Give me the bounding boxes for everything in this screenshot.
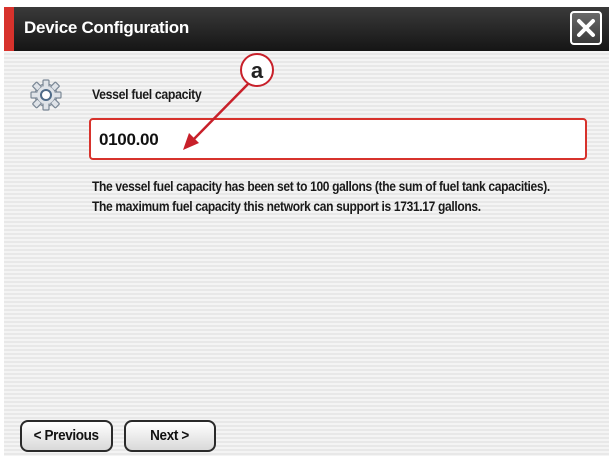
device-configuration-dialog: Device Configuration Vessel fuel capacit… <box>0 0 613 461</box>
previous-button-label: < Previous <box>33 427 100 444</box>
callout-arrow <box>183 83 249 150</box>
callout-letter: a <box>250 58 264 83</box>
previous-button[interactable]: < Previous <box>20 420 113 452</box>
next-button[interactable]: Next > <box>124 420 216 452</box>
next-button-label: Next > <box>150 427 190 444</box>
callout-marker: a <box>240 53 274 87</box>
